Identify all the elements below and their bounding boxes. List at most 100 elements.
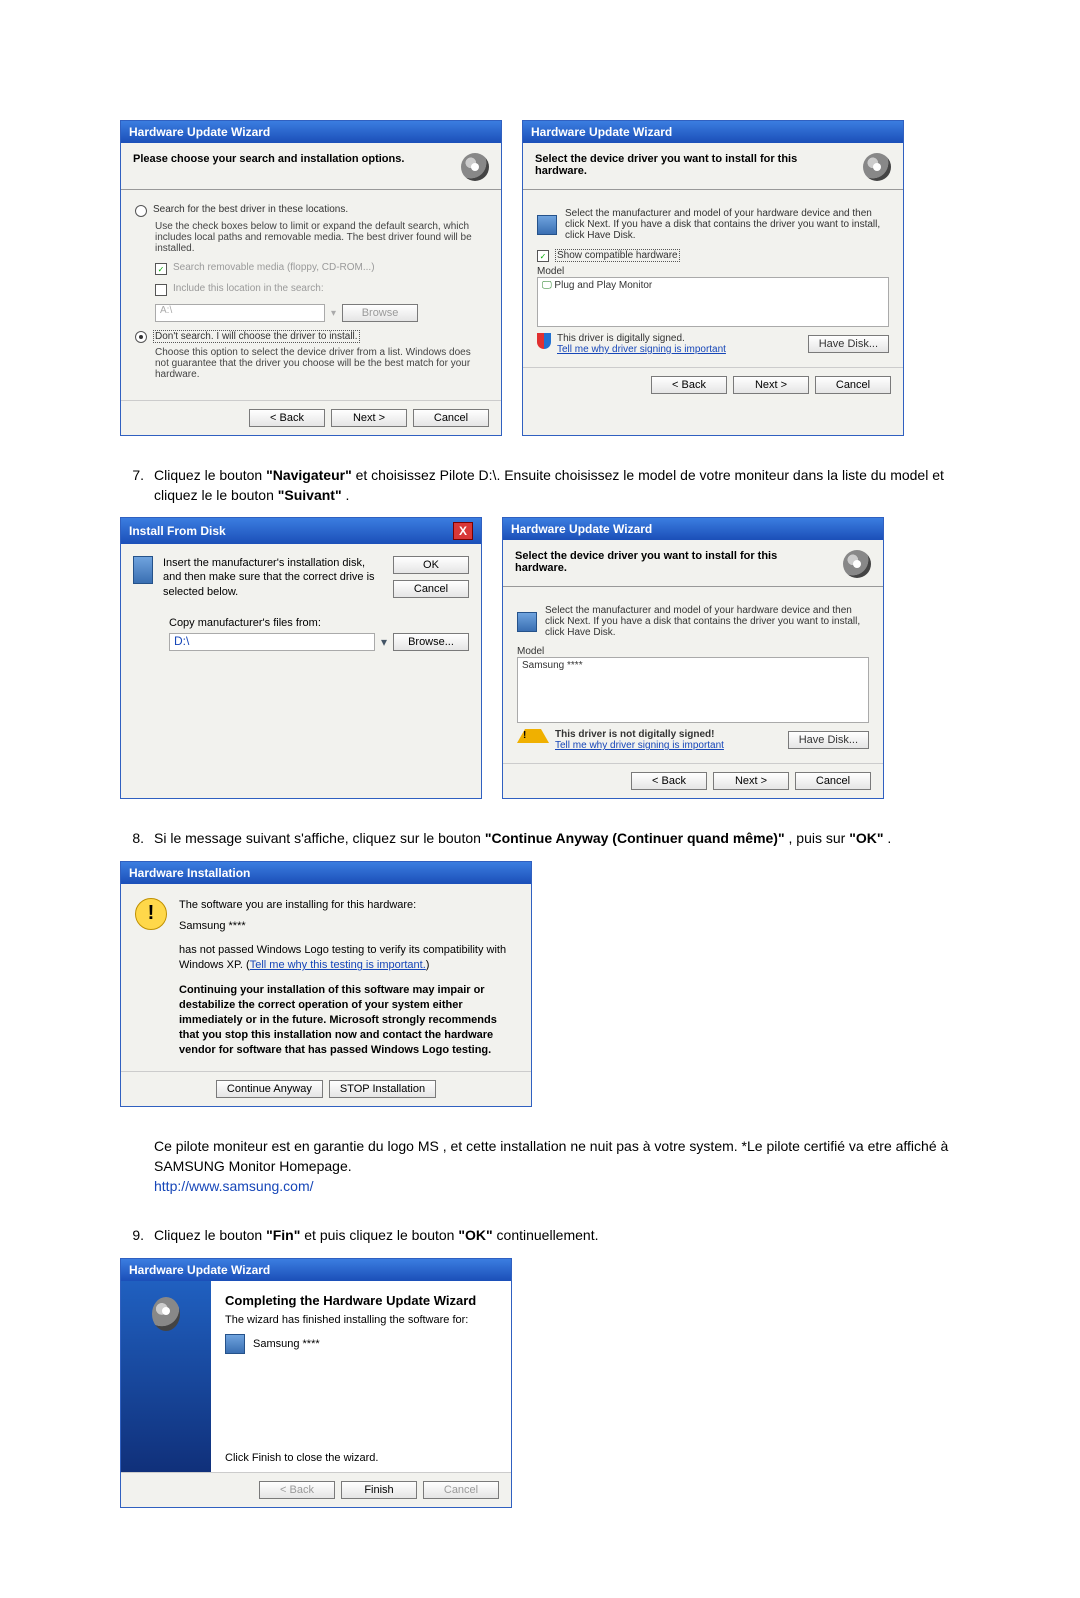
step-text-bold: "Navigateur" — [266, 467, 352, 483]
step-9: 9. Cliquez le bouton "Fin" et puis cliqu… — [120, 1226, 960, 1246]
checkbox-icon — [155, 284, 167, 296]
cancel-button[interactable]: Cancel — [815, 376, 891, 394]
floppy-icon — [517, 612, 537, 632]
next-button[interactable]: Next > — [713, 772, 789, 790]
dialog-title: Hardware Update Wizard — [503, 518, 883, 540]
cancel-button-disabled: Cancel — [423, 1481, 499, 1499]
next-button[interactable]: Next > — [331, 409, 407, 427]
signed-text: This driver is digitally signed. — [557, 333, 726, 344]
dialog-title: Hardware Update Wizard — [121, 1259, 511, 1281]
cd-icon — [843, 550, 871, 578]
step-number: 9. — [120, 1226, 144, 1246]
title-text: Hardware Update Wizard — [129, 1263, 270, 1277]
step-text-bold: "OK" — [849, 830, 883, 846]
dialog-header: Select the device driver you want to ins… — [503, 540, 883, 587]
step-7: 7. Cliquez le bouton "Navigateur" et cho… — [120, 466, 960, 505]
header-text: Please choose your search and installati… — [133, 153, 404, 165]
cd-icon — [152, 1297, 180, 1331]
step-text: Si le message suivant s'affiche, cliquez… — [154, 830, 485, 846]
hardware-installation-warning-dialog: Hardware Installation ! The software you… — [120, 861, 532, 1108]
hi-line3b: ) — [426, 959, 430, 971]
back-button[interactable]: < Back — [651, 376, 727, 394]
dialog-title: Hardware Update Wizard — [523, 121, 903, 143]
why-testing-link[interactable]: Tell me why this testing is important. — [250, 959, 426, 971]
samsung-link[interactable]: http://www.samsung.com/ — [154, 1177, 960, 1197]
step-text-bold: "Continue Anyway (Continuer quand même)" — [485, 830, 785, 846]
checkbox-icon: ✓ — [537, 250, 549, 262]
wizard-side-banner — [121, 1281, 211, 1472]
step-number: 8. — [120, 829, 144, 849]
shield-icon — [537, 333, 551, 349]
wizard-search-options-dialog: Hardware Update Wizard Please choose you… — [120, 120, 502, 436]
cancel-button[interactable]: Cancel — [413, 409, 489, 427]
finish-button[interactable]: Finish — [341, 1481, 417, 1499]
step-8: 8. Si le message suivant s'affiche, cliq… — [120, 829, 960, 849]
dialog-title: Hardware Update Wizard — [121, 121, 501, 143]
hi-bold: Continuing your installation of this sof… — [179, 983, 517, 1057]
hi-line2: Samsung **** — [179, 919, 517, 934]
ok-button[interactable]: OK — [393, 556, 469, 574]
copy-from-label: Copy manufacturer's files from: — [169, 617, 469, 629]
radio2-description: Choose this option to select the device … — [155, 347, 487, 380]
path-input[interactable]: D:\ — [169, 633, 375, 651]
title-text: Hardware Installation — [129, 866, 250, 880]
checkbox-show-compatible[interactable]: ✓ Show compatible hardware — [537, 249, 889, 262]
browse-button[interactable]: Browse... — [393, 633, 469, 651]
model-label: Model — [517, 646, 869, 657]
header-text: Select the device driver you want to ins… — [535, 153, 835, 177]
radio1-description: Use the check boxes below to limit or ex… — [155, 221, 487, 254]
cancel-button[interactable]: Cancel — [393, 580, 469, 598]
stop-installation-button[interactable]: STOP Installation — [329, 1080, 436, 1098]
checkbox-include-location: Include this location in the search: — [155, 283, 487, 296]
step-text: continuellement. — [497, 1227, 599, 1243]
completing-line2: Samsung **** — [253, 1338, 320, 1350]
step-text: Cliquez le bouton — [154, 467, 266, 483]
header-text: Select the device driver you want to ins… — [515, 550, 815, 574]
location-path-input: A:\ — [155, 304, 325, 322]
browse-button-disabled: Browse — [342, 304, 418, 322]
back-button[interactable]: < Back — [249, 409, 325, 427]
step-text: , puis sur — [789, 830, 850, 846]
ifd-text: Insert the manufacturer's installation d… — [163, 556, 383, 599]
model-listbox[interactable]: Samsung **** — [517, 657, 869, 723]
completing-title: Completing the Hardware Update Wizard — [225, 1293, 497, 1308]
radio-label: Don't search. I will choose the driver t… — [153, 330, 360, 343]
dialog-header: Please choose your search and installati… — [121, 143, 501, 190]
checkbox-label: Include this location in the search: — [173, 283, 324, 294]
step-text: et puis cliquez le bouton — [304, 1227, 458, 1243]
dialog-title: Install From Disk X — [121, 518, 481, 544]
completing-line3: Click Finish to close the wizard. — [225, 1452, 497, 1464]
floppy-icon — [225, 1334, 245, 1354]
back-button-disabled: < Back — [259, 1481, 335, 1499]
model-listbox[interactable]: 🖵 Plug and Play Monitor — [537, 277, 889, 327]
floppy-icon — [537, 215, 557, 235]
have-disk-button[interactable]: Have Disk... — [808, 335, 889, 353]
next-button[interactable]: Next > — [733, 376, 809, 394]
step-text: . — [346, 487, 350, 503]
step-text: Cliquez le bouton — [154, 1227, 266, 1243]
radio-dont-search[interactable]: Don't search. I will choose the driver t… — [135, 330, 487, 343]
title-text: Hardware Update Wizard — [511, 522, 652, 536]
continue-anyway-button[interactable]: Continue Anyway — [216, 1080, 323, 1098]
floppy-icon — [133, 556, 153, 584]
cancel-button[interactable]: Cancel — [795, 772, 871, 790]
why-signing-link[interactable]: Tell me why driver signing is important — [555, 740, 724, 751]
step-text-bold: "OK" — [458, 1227, 492, 1243]
post-step8-note: Ce pilote moniteur est en garantie du lo… — [154, 1137, 960, 1196]
radio-search-locations[interactable]: Search for the best driver in these loca… — [135, 204, 487, 217]
back-button[interactable]: < Back — [631, 772, 707, 790]
warning-icon — [517, 729, 549, 743]
why-signing-link[interactable]: Tell me why driver signing is important — [557, 344, 726, 355]
have-disk-button[interactable]: Have Disk... — [788, 731, 869, 749]
model-item: Samsung **** — [522, 660, 583, 671]
title-text: Hardware Update Wizard — [129, 125, 270, 139]
step-text-bold: "Suivant" — [278, 487, 342, 503]
title-text: Install From Disk — [129, 524, 226, 538]
not-signed-text: This driver is not digitally signed! — [555, 729, 724, 740]
dialog-header: Select the device driver you want to ins… — [523, 143, 903, 190]
dialog-title: Hardware Installation — [121, 862, 531, 884]
cd-icon — [863, 153, 891, 181]
completing-line1: The wizard has finished installing the s… — [225, 1314, 497, 1326]
close-icon[interactable]: X — [453, 522, 473, 540]
radio-icon — [135, 205, 147, 217]
